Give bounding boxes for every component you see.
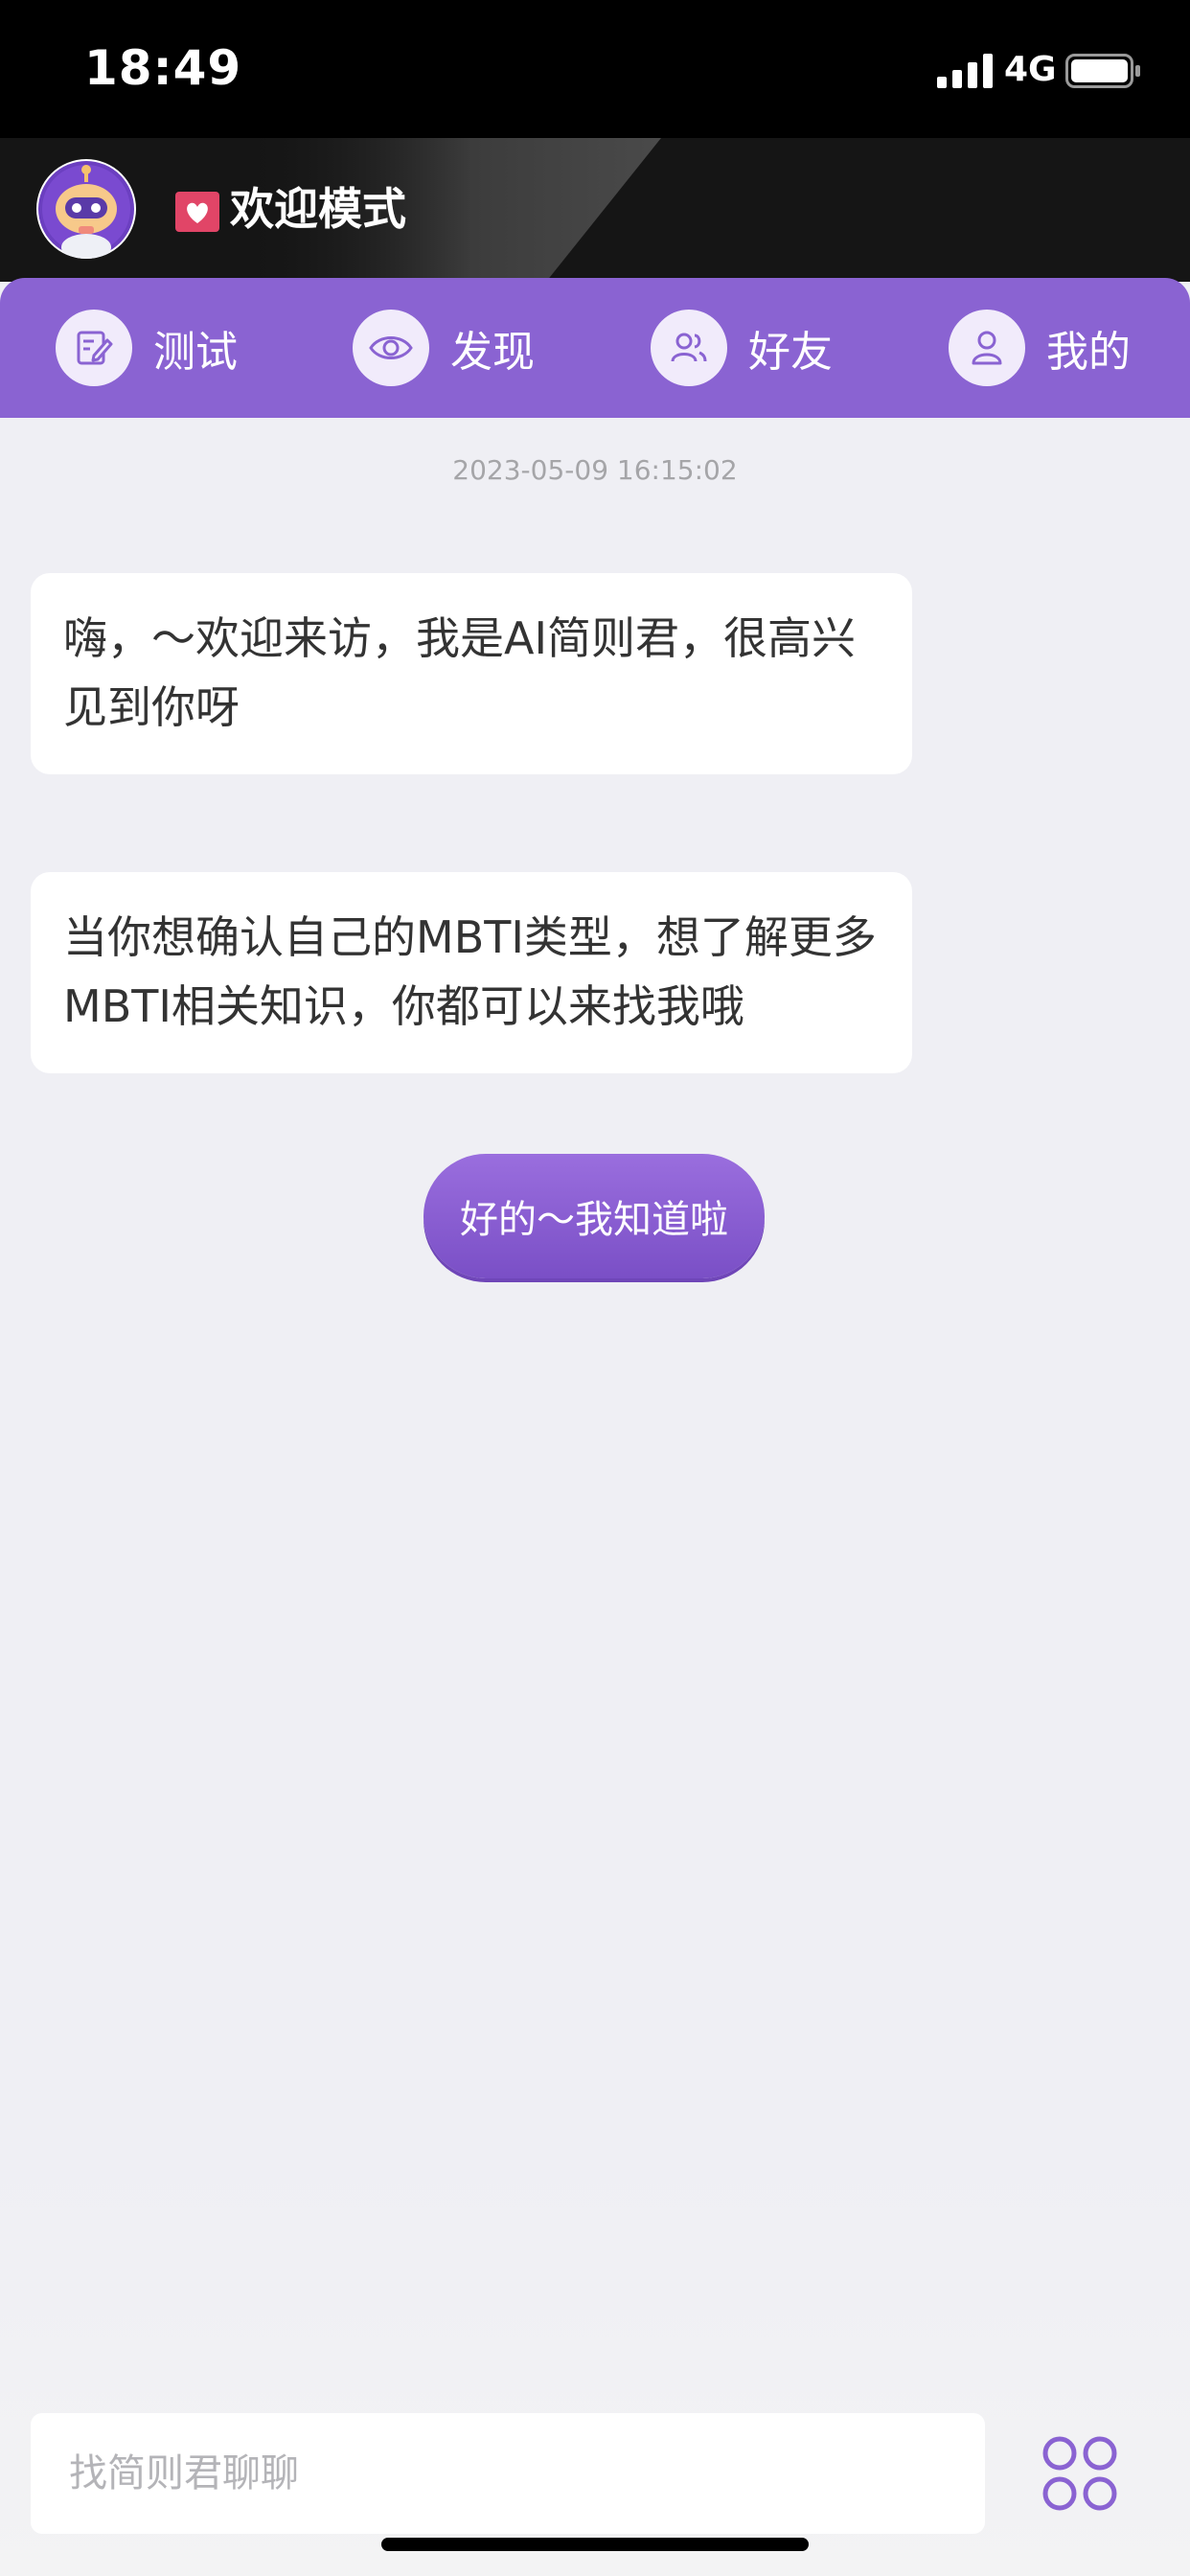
chat-bubble: 当你想确认自己的MBTI类型，想了解更多MBTI相关知识，你都可以来找我哦 (31, 872, 912, 1073)
status-time: 18:49 (84, 40, 242, 96)
tab-friends[interactable]: 好友 (651, 307, 833, 389)
quick-reply-button[interactable]: 好的～我知道啦 (423, 1154, 765, 1278)
eye-icon (353, 310, 429, 386)
user-icon (949, 310, 1025, 386)
tab-label: 测试 (153, 328, 238, 377)
robot-avatar-icon (38, 161, 134, 259)
network-type: 4G (1004, 50, 1057, 89)
robot-avatar[interactable] (36, 159, 136, 259)
tab-test[interactable]: 测试 (56, 307, 238, 389)
tab-label: 好友 (748, 328, 833, 377)
menu-grid-icon[interactable] (1041, 2434, 1119, 2513)
tab-me[interactable]: 我的 (949, 307, 1131, 389)
app-header: 欢迎模式 (0, 138, 1190, 282)
tab-label: 发现 (450, 328, 535, 377)
mode-title: 欢迎模式 (230, 183, 406, 235)
friends-icon (651, 310, 727, 386)
edit-icon (56, 310, 132, 386)
home-indicator (381, 2538, 809, 2551)
battery-icon (1065, 54, 1140, 88)
tab-discover[interactable]: 发现 (353, 307, 535, 389)
tab-label: 我的 (1046, 328, 1131, 377)
tab-bar: 测试 发现 好友 我的 (0, 278, 1190, 418)
message-timestamp: 2023-05-09 16:15:02 (452, 454, 738, 486)
heart-icon (175, 192, 219, 232)
status-bar: 18:49 4G (0, 0, 1190, 138)
chat-bubble: 嗨，～欢迎来访，我是AI简则君，很高兴见到你呀 (31, 573, 912, 774)
chat-input[interactable] (31, 2413, 985, 2534)
cellular-signal-icon (937, 54, 993, 88)
